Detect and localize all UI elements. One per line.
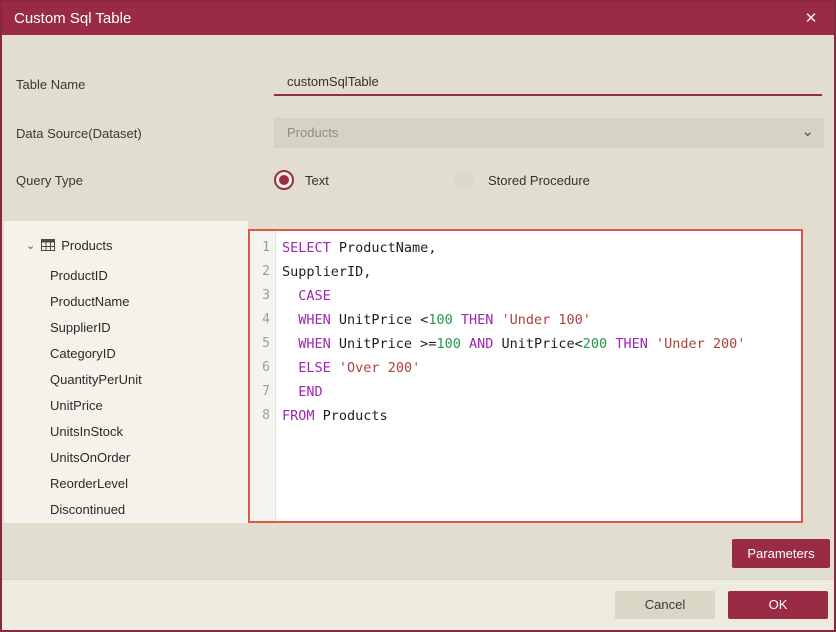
- tree-field[interactable]: ProductID: [4, 263, 248, 289]
- line-number: 2: [250, 260, 275, 284]
- code-line[interactable]: WHEN UnitPrice <100 THEN 'Under 100': [282, 308, 801, 332]
- code-line[interactable]: FROM Products: [282, 404, 801, 428]
- code-line[interactable]: SupplierID,: [282, 260, 801, 284]
- data-source-label: Data Source(Dataset): [16, 126, 142, 141]
- query-type-radio-stored-procedure[interactable]: [454, 170, 474, 190]
- line-number: 4: [250, 308, 275, 332]
- line-number: 1: [250, 236, 275, 260]
- line-number: 5: [250, 332, 275, 356]
- fields-tree-panel: ⌄ Products ProductIDProductNameSupplierID…: [4, 221, 248, 523]
- code-line[interactable]: END: [282, 380, 801, 404]
- tree-field[interactable]: QuantityPerUnit: [4, 367, 248, 393]
- table-name-label: Table Name: [16, 77, 85, 92]
- editor-code[interactable]: SELECT ProductName,SupplierID, CASE WHEN…: [276, 231, 801, 521]
- data-source-dropdown[interactable]: Products ⌄: [274, 118, 824, 148]
- query-type-text-label[interactable]: Text: [305, 173, 329, 188]
- tree-field-list: ProductIDProductNameSupplierIDCategoryID…: [4, 263, 248, 523]
- tree-field[interactable]: UnitsInStock: [4, 419, 248, 445]
- code-line[interactable]: WHEN UnitPrice >=100 AND UnitPrice<200 T…: [282, 332, 801, 356]
- tree-field[interactable]: CategoryID: [4, 341, 248, 367]
- data-source-value: Products: [287, 118, 338, 148]
- tree-field[interactable]: SupplierID: [4, 315, 248, 341]
- dialog-title: Custom Sql Table: [14, 2, 131, 35]
- sql-editor[interactable]: 12345678 SELECT ProductName,SupplierID, …: [248, 229, 803, 523]
- query-type-stored-procedure-label[interactable]: Stored Procedure: [488, 173, 590, 188]
- code-line[interactable]: ELSE 'Over 200': [282, 356, 801, 380]
- close-icon[interactable]: ✕: [798, 2, 824, 35]
- line-number: 7: [250, 380, 275, 404]
- parameters-button[interactable]: Parameters: [732, 539, 830, 568]
- custom-sql-table-dialog: Custom Sql Table ✕ Table Name customSqlT…: [0, 0, 836, 632]
- tree-field[interactable]: UnitsOnOrder: [4, 445, 248, 471]
- query-type-radio-text[interactable]: [274, 170, 294, 190]
- line-number: 6: [250, 356, 275, 380]
- tree-field[interactable]: ProductName: [4, 289, 248, 315]
- editor-gutter: 12345678: [250, 231, 276, 521]
- tree-field[interactable]: ReorderLevel: [4, 471, 248, 497]
- dialog-footer: Cancel OK: [2, 579, 834, 630]
- dialog-titlebar: Custom Sql Table ✕: [2, 2, 834, 35]
- tree-field[interactable]: Discontinued: [4, 497, 248, 523]
- chevron-down-icon: ⌄: [801, 118, 814, 145]
- line-number: 3: [250, 284, 275, 308]
- tree-root-label: Products: [61, 238, 112, 253]
- tree-expander-icon[interactable]: ⌄: [26, 235, 35, 257]
- cancel-button[interactable]: Cancel: [615, 591, 715, 619]
- query-type-label: Query Type: [16, 173, 83, 188]
- radio-selected-dot: [279, 175, 289, 185]
- ok-button[interactable]: OK: [728, 591, 828, 619]
- tree-root-products[interactable]: ⌄ Products: [26, 235, 113, 257]
- line-number: 8: [250, 404, 275, 428]
- tree-field[interactable]: UnitPrice: [4, 393, 248, 419]
- code-line[interactable]: SELECT ProductName,: [282, 236, 801, 260]
- code-line[interactable]: CASE: [282, 284, 801, 308]
- table-icon: [41, 236, 55, 258]
- table-name-input[interactable]: customSqlTable: [274, 68, 822, 96]
